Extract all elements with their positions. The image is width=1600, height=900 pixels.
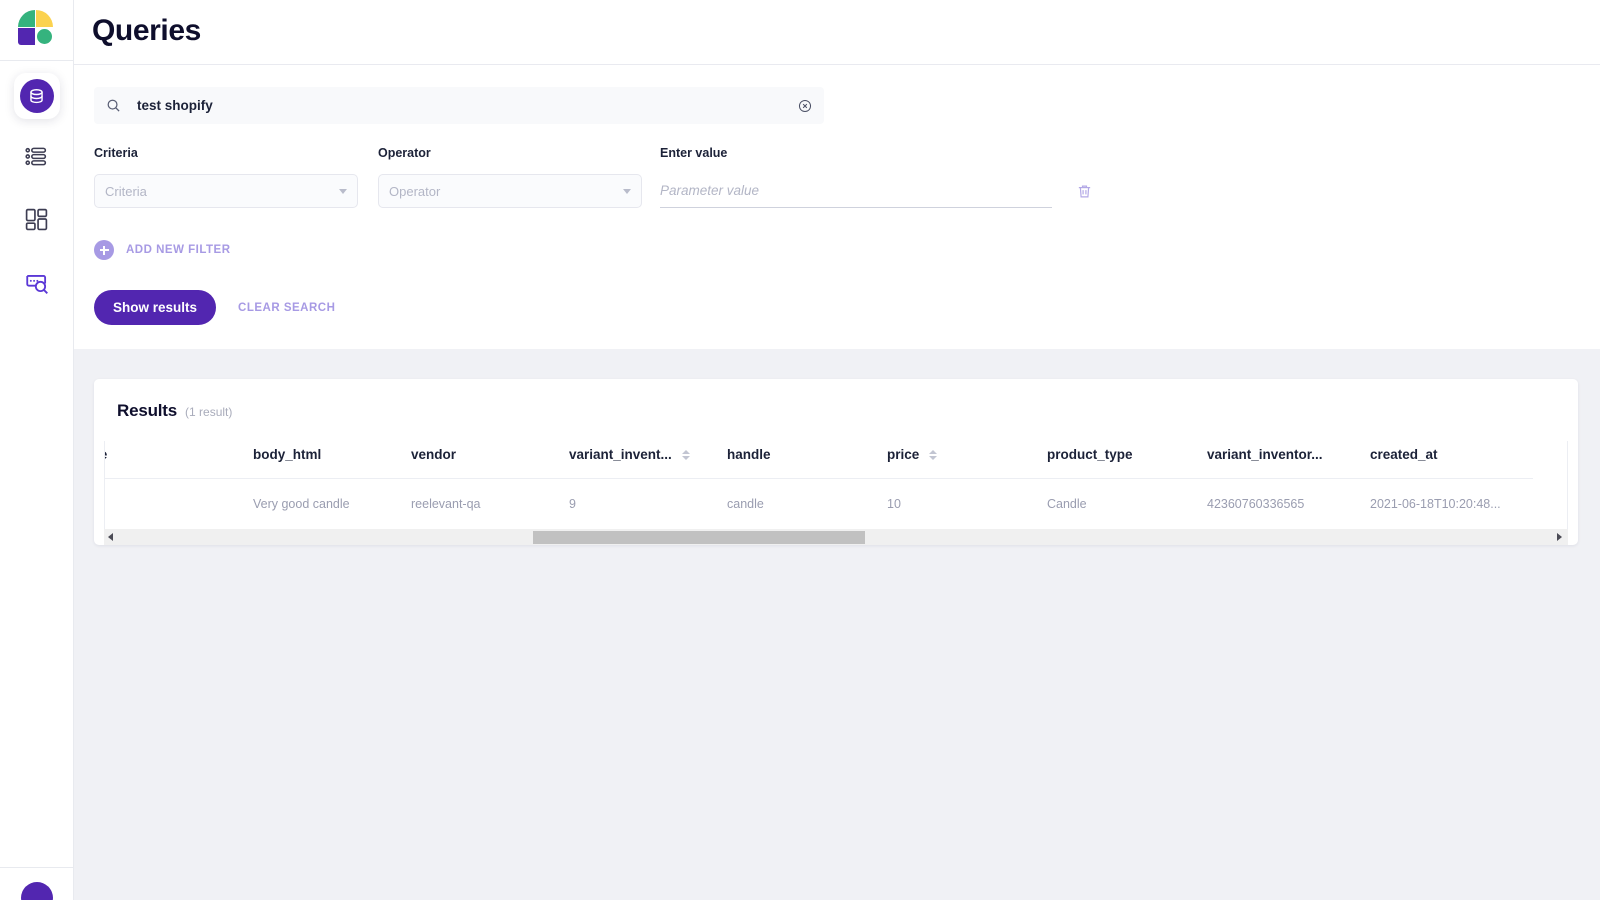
criteria-select[interactable]: Criteria [94, 174, 358, 208]
criteria-placeholder: Criteria [105, 183, 147, 199]
sidebar-item-dashboard[interactable] [14, 199, 60, 245]
filter-row: Criteria Criteria Operator Operator Ente… [74, 124, 1600, 208]
column-label: price [887, 447, 920, 462]
chevron-down-icon [623, 188, 631, 194]
column-label: created_at [1370, 447, 1438, 462]
table-cell: reelevant-qa [411, 497, 481, 511]
sort-arrows-icon[interactable] [929, 449, 938, 460]
clear-circle-icon[interactable] [798, 99, 812, 113]
table-cell: 9 [569, 497, 576, 511]
table-header-created_at: created_at [1370, 441, 1533, 479]
table-cell: 2021-06-18T10:20:48... [1370, 497, 1501, 511]
search-value: test shopify [137, 98, 213, 113]
operator-select[interactable]: Operator [378, 174, 642, 208]
table-header-variant_barcode: variant_barcode [105, 441, 253, 479]
table-header-vendor: vendor [411, 441, 569, 479]
scroll-right-arrow[interactable] [1557, 533, 1562, 541]
plus-circle-icon [94, 240, 114, 260]
page-title: Queries [92, 14, 201, 47]
table-header-row: variant_barcode body_html vendor variant_in… [105, 441, 1533, 479]
results-title: Results [117, 401, 178, 420]
results-section: Results (1 result) variant_barcode body_h… [74, 349, 1600, 900]
sidebar [0, 0, 74, 900]
column-label: variant_inventor... [1207, 447, 1323, 462]
table-cell: Very good candle [253, 497, 350, 511]
horizontal-scrollbar[interactable] [104, 529, 1568, 545]
sidebar-item-queries[interactable] [14, 262, 60, 308]
column-label: variant_barcode [105, 447, 107, 462]
add-new-filter-button[interactable]: ADD NEW FILTER [74, 208, 231, 260]
table-header-variant_invent[interactable]: variant_invent... [569, 441, 727, 479]
operator-label: Operator [378, 146, 431, 160]
page-header-section: Queries test shopify Criteria Criteria O… [74, 0, 1600, 349]
sidebar-item-list[interactable] [14, 136, 60, 182]
parameter-value-placeholder: Parameter value [660, 183, 760, 198]
table-header-handle: handle [727, 441, 887, 479]
search-icon [106, 98, 121, 113]
operator-placeholder: Operator [389, 183, 441, 199]
app-root: Queries test shopify Criteria Criteria O… [0, 0, 1600, 900]
results-header: Results (1 result) [94, 401, 1578, 421]
table-header-variant_inventor: variant_inventor... [1207, 441, 1370, 479]
logo-quadrant-green [17, 10, 35, 27]
clear-search-button[interactable]: CLEAR SEARCH [238, 302, 335, 314]
scrollbar-thumb[interactable] [533, 530, 865, 544]
results-card: Results (1 result) variant_barcode body_h… [94, 379, 1578, 545]
table-header-body_html: body_html [253, 441, 411, 479]
results-table: variant_barcode body_html vendor variant_in… [105, 441, 1533, 530]
table-cell [105, 479, 253, 530]
add-new-filter-label: ADD NEW FILTER [126, 244, 231, 256]
operator-field-group: Operator Operator [378, 146, 642, 208]
action-row: Show results CLEAR SEARCH [74, 260, 1600, 349]
database-icon [19, 79, 54, 113]
sidebar-item-database[interactable] [13, 73, 60, 119]
table-cell: 10 [887, 497, 901, 511]
table-header-product_type: product_type [1047, 441, 1207, 479]
table-cell: 42360760336565 [1207, 497, 1305, 511]
table-header-price[interactable]: price [887, 441, 1047, 479]
query-search-icon [24, 270, 50, 301]
show-results-button[interactable]: Show results [94, 290, 217, 325]
app-logo[interactable] [17, 10, 56, 48]
enter-value-label: Enter value [660, 146, 728, 160]
column-label: product_type [1047, 447, 1133, 462]
sidebar-footer [0, 867, 73, 900]
main-content: Queries test shopify Criteria Criteria O… [74, 0, 1600, 900]
table-cell: candle [727, 497, 764, 511]
avatar[interactable] [20, 882, 53, 900]
column-label: variant_invent... [569, 447, 672, 462]
value-field-group: Enter value Parameter value [660, 146, 1052, 208]
column-label: vendor [411, 447, 457, 462]
column-label: handle [727, 447, 771, 462]
search-section: test shopify [74, 65, 1600, 124]
sort-arrows-icon[interactable] [681, 449, 690, 460]
grid-dashboard-icon [24, 207, 49, 237]
criteria-label: Criteria [94, 146, 138, 160]
sidebar-divider-bottom [0, 867, 73, 868]
table-row[interactable]: Very good candle reelevant-qa 9 candle 10 Can… [105, 479, 1533, 530]
search-input[interactable]: test shopify [94, 87, 824, 124]
sidebar-nav [0, 61, 73, 315]
column-label: body_html [253, 447, 322, 462]
table-head: variant_barcode body_html vendor variant_in… [105, 441, 1533, 479]
results-table-viewport: variant_barcode body_html vendor variant_in… [104, 441, 1568, 529]
logo-quadrant-yellow [35, 10, 53, 27]
list-icon [24, 144, 49, 174]
criteria-field-group: Criteria Criteria [94, 146, 358, 208]
parameter-value-input[interactable]: Parameter value [660, 174, 1052, 208]
logo-quadrant-purple [17, 28, 35, 45]
logo-dot-green [36, 29, 52, 44]
chevron-down-icon [339, 188, 347, 194]
trash-icon [1076, 183, 1093, 205]
delete-filter-button[interactable] [1076, 179, 1093, 208]
table-cell: Candle [1047, 497, 1087, 511]
table-body: Very good candle reelevant-qa 9 candle 10 Can… [105, 479, 1533, 530]
scroll-left-arrow[interactable] [108, 533, 113, 541]
results-count: (1 result) [185, 405, 233, 419]
